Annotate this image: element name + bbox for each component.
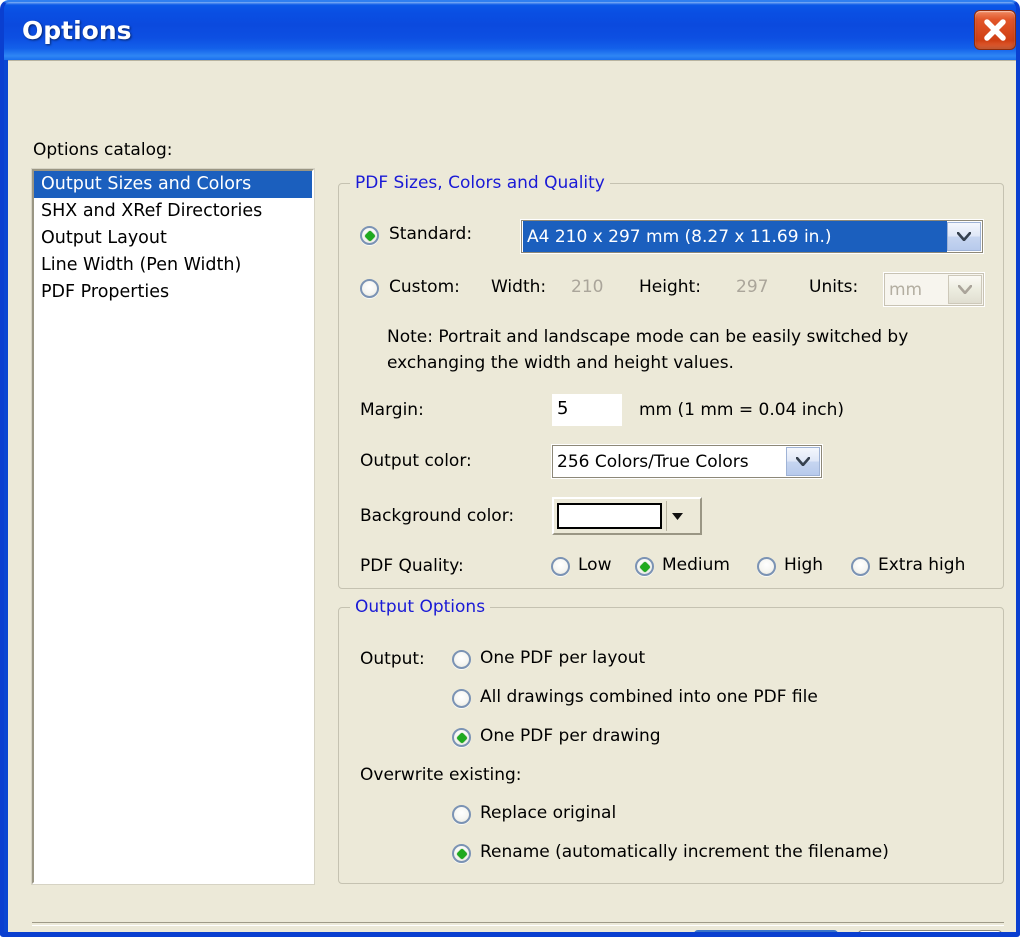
list-item[interactable]: Output Layout: [34, 225, 312, 252]
radio-all-drawings-combined-label: All drawings combined into one PDF file: [480, 687, 818, 707]
radio-one-pdf-per-layout[interactable]: [452, 650, 471, 669]
radio-standard[interactable]: [360, 226, 379, 245]
radio-replace-original[interactable]: [452, 805, 471, 824]
output-color-label: Output color:: [360, 451, 472, 471]
background-color-picker[interactable]: [552, 497, 702, 535]
radio-quality-medium[interactable]: [635, 557, 654, 576]
overwrite-existing-label: Overwrite existing:: [360, 765, 522, 785]
close-icon[interactable]: [974, 10, 1016, 50]
output-color-combo[interactable]: 256 Colors/True Colors: [551, 444, 823, 479]
dialog-client-area: Options catalog: Output Sizes and Colors…: [8, 60, 1016, 932]
radio-one-pdf-per-layout-label: One PDF per layout: [480, 648, 646, 668]
options-catalog-listbox[interactable]: Output Sizes and Colors SHX and XRef Dir…: [31, 168, 315, 885]
output-color-value: 256 Colors/True Colors: [557, 451, 749, 472]
margin-label: Margin:: [360, 400, 424, 420]
pdf-sizes-group: PDF Sizes, Colors and Quality Standard: …: [338, 173, 1004, 589]
margin-suffix: mm (1 mm = 0.04 inch): [639, 400, 845, 420]
radio-quality-high[interactable]: [757, 557, 776, 576]
radio-quality-high-label: High: [784, 555, 824, 575]
pdf-sizes-group-legend: PDF Sizes, Colors and Quality: [350, 173, 610, 193]
output-options-group: Output Options Output: One PDF per layou…: [338, 597, 1004, 884]
list-item[interactable]: Output Sizes and Colors: [34, 171, 312, 198]
options-dialog-window: Options Options catalog: Output Sizes an…: [0, 0, 1020, 937]
output-options-group-legend: Output Options: [350, 597, 491, 617]
footer-separator: [32, 922, 1004, 926]
radio-rename-increment[interactable]: [452, 844, 471, 863]
orientation-note: Note: Portrait and landscape mode can be…: [387, 327, 909, 373]
title-bar: Options: [4, 2, 1016, 60]
radio-custom[interactable]: [360, 279, 379, 298]
units-combo[interactable]: mm: [883, 272, 985, 307]
radio-all-drawings-combined[interactable]: [452, 689, 471, 708]
standard-size-value: A4 210 x 297 mm (8.27 x 11.69 in.): [523, 221, 947, 252]
width-value: 210: [571, 277, 604, 297]
background-color-swatch: [557, 503, 662, 529]
standard-size-combo[interactable]: A4 210 x 297 mm (8.27 x 11.69 in.): [520, 219, 984, 254]
chevron-down-icon[interactable]: [786, 447, 820, 476]
chevron-down-icon[interactable]: [666, 501, 687, 531]
options-catalog-label: Options catalog:: [33, 140, 173, 160]
radio-one-pdf-per-drawing[interactable]: [452, 728, 471, 747]
radio-custom-label: Custom:: [389, 277, 460, 297]
radio-standard-label: Standard:: [389, 224, 473, 244]
radio-quality-low[interactable]: [551, 557, 570, 576]
radio-quality-extra-high-label: Extra high: [878, 555, 966, 575]
output-label: Output:: [360, 649, 425, 669]
chevron-down-icon[interactable]: [948, 275, 982, 304]
window-title: Options: [22, 16, 132, 45]
list-item[interactable]: Line Width (Pen Width): [34, 252, 312, 279]
radio-replace-original-label: Replace original: [480, 803, 617, 823]
radio-quality-extra-high[interactable]: [851, 557, 870, 576]
cancel-button[interactable]: Cancel: [858, 930, 1002, 932]
chevron-down-icon[interactable]: [947, 222, 981, 251]
units-label: Units:: [809, 277, 859, 297]
list-item[interactable]: SHX and XRef Directories: [34, 198, 312, 225]
pdf-quality-label: PDF Quality:: [360, 556, 464, 576]
height-value: 297: [736, 277, 769, 297]
radio-quality-low-label: Low: [578, 555, 612, 575]
titlebar-highlight: [4, 2, 1016, 5]
height-label: Height:: [639, 277, 701, 297]
ok-button[interactable]: OK: [694, 930, 838, 932]
units-value: mm: [889, 279, 923, 300]
list-item[interactable]: PDF Properties: [34, 279, 312, 306]
radio-quality-medium-label: Medium: [662, 555, 730, 575]
width-label: Width:: [491, 277, 547, 297]
background-color-label: Background color:: [360, 506, 515, 526]
radio-one-pdf-per-drawing-label: One PDF per drawing: [480, 726, 661, 746]
radio-rename-increment-label: Rename (automatically increment the file…: [480, 842, 889, 862]
margin-input[interactable]: 5: [552, 394, 622, 426]
